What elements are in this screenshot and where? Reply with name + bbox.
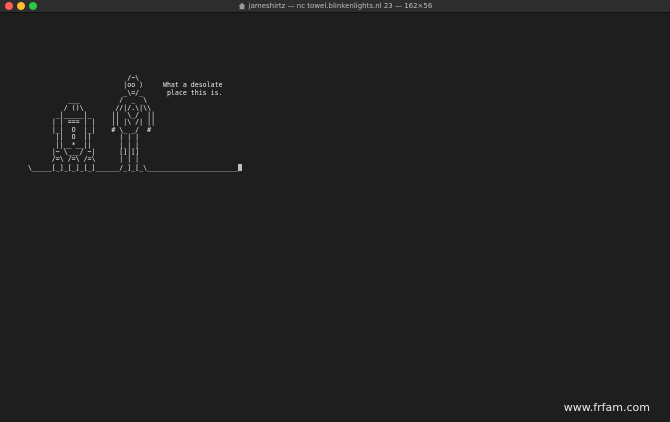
window-title-group: jameshirtz — nc towel.blinkenlights.nl 2… <box>0 0 670 12</box>
window-title: jameshirtz — nc towel.blinkenlights.nl 2… <box>248 2 433 10</box>
terminal-content[interactable]: /~\ |oo ) What a desolate _\=/_ place th… <box>0 13 670 422</box>
ascii-art-text: /~\ |oo ) What a desolate _\=/_ place th… <box>28 74 239 172</box>
title-bar[interactable]: jameshirtz — nc towel.blinkenlights.nl 2… <box>0 0 670 13</box>
terminal-window: jameshirtz — nc towel.blinkenlights.nl 2… <box>0 0 670 422</box>
ascii-art-output: /~\ |oo ) What a desolate _\=/_ place th… <box>28 74 243 172</box>
watermark: www.frfam.com <box>563 401 650 414</box>
house-icon <box>238 2 245 10</box>
terminal-cursor <box>238 163 243 171</box>
